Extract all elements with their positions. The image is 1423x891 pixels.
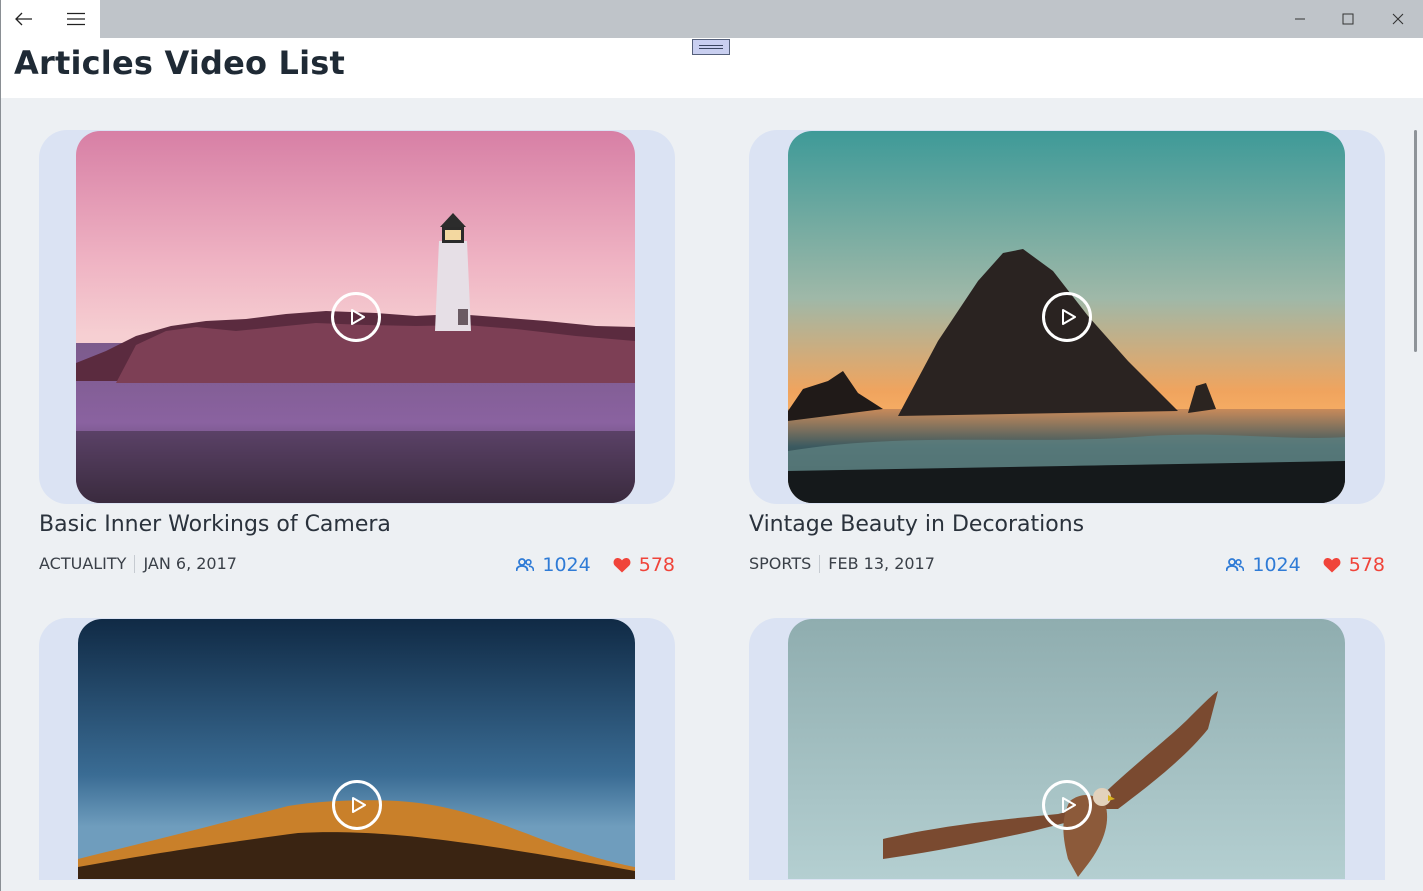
article-date: FEB 13, 2017 xyxy=(828,554,935,573)
article-stats: 1024 578 xyxy=(1226,554,1385,576)
views-stat: 1024 xyxy=(516,554,591,576)
play-icon xyxy=(350,309,365,325)
card-background xyxy=(39,130,675,504)
hawk-image xyxy=(788,619,1345,879)
desert-dune-image xyxy=(78,619,635,879)
users-icon xyxy=(1226,558,1245,572)
play-icon xyxy=(1061,797,1076,813)
likes-stat[interactable]: 578 xyxy=(613,554,675,576)
article-date: JAN 6, 2017 xyxy=(143,554,237,573)
card-background xyxy=(749,130,1385,504)
article-thumbnail[interactable] xyxy=(76,131,635,503)
window-edge xyxy=(0,38,1,891)
article-category: SPORTS xyxy=(749,554,812,573)
minimize-button[interactable] xyxy=(1277,0,1323,38)
play-button[interactable] xyxy=(1041,292,1092,342)
heart-icon xyxy=(613,557,631,573)
article-thumbnail[interactable] xyxy=(788,131,1345,503)
close-icon xyxy=(1392,13,1404,25)
scrollbar-thumb[interactable] xyxy=(1414,130,1417,352)
users-icon xyxy=(516,558,535,572)
maximize-icon xyxy=(1342,13,1354,25)
page-title: Articles Video List xyxy=(14,44,346,82)
close-button[interactable] xyxy=(1375,0,1421,38)
likes-count: 578 xyxy=(638,554,675,576)
page-header: Articles Video List xyxy=(0,38,1423,98)
card-background xyxy=(39,618,675,880)
article-thumbnail[interactable] xyxy=(788,619,1345,879)
heart-icon xyxy=(1323,557,1341,573)
likes-stat[interactable]: 578 xyxy=(1323,554,1385,576)
play-button[interactable] xyxy=(1041,780,1092,830)
views-count: 1024 xyxy=(542,554,591,576)
article-category: ACTUALITY xyxy=(39,554,127,573)
article-title[interactable]: Vintage Beauty in Decorations xyxy=(749,512,1084,537)
play-icon xyxy=(1061,309,1076,325)
meta-divider xyxy=(134,554,136,573)
article-meta: ACTUALITY JAN 6, 2017 xyxy=(39,554,237,573)
title-bar xyxy=(0,0,1423,38)
play-button[interactable] xyxy=(330,292,381,342)
article-title[interactable]: Basic Inner Workings of Camera xyxy=(39,512,391,537)
title-bar-nav xyxy=(0,0,100,38)
minimize-icon xyxy=(1295,18,1305,20)
meta-divider xyxy=(819,554,821,573)
drag-handle[interactable] xyxy=(692,39,730,55)
menu-button[interactable] xyxy=(53,0,99,38)
maximize-button[interactable] xyxy=(1325,0,1371,38)
views-count: 1024 xyxy=(1252,554,1301,576)
back-button[interactable] xyxy=(1,0,47,38)
hamburger-icon xyxy=(67,12,85,26)
back-icon xyxy=(15,12,32,26)
article-meta: SPORTS FEB 13, 2017 xyxy=(749,554,935,573)
article-thumbnail[interactable] xyxy=(78,619,635,879)
play-button[interactable] xyxy=(331,780,382,830)
article-stats: 1024 578 xyxy=(516,554,675,576)
views-stat: 1024 xyxy=(1226,554,1301,576)
play-icon xyxy=(351,797,366,813)
likes-count: 578 xyxy=(1348,554,1385,576)
card-background xyxy=(749,618,1385,880)
